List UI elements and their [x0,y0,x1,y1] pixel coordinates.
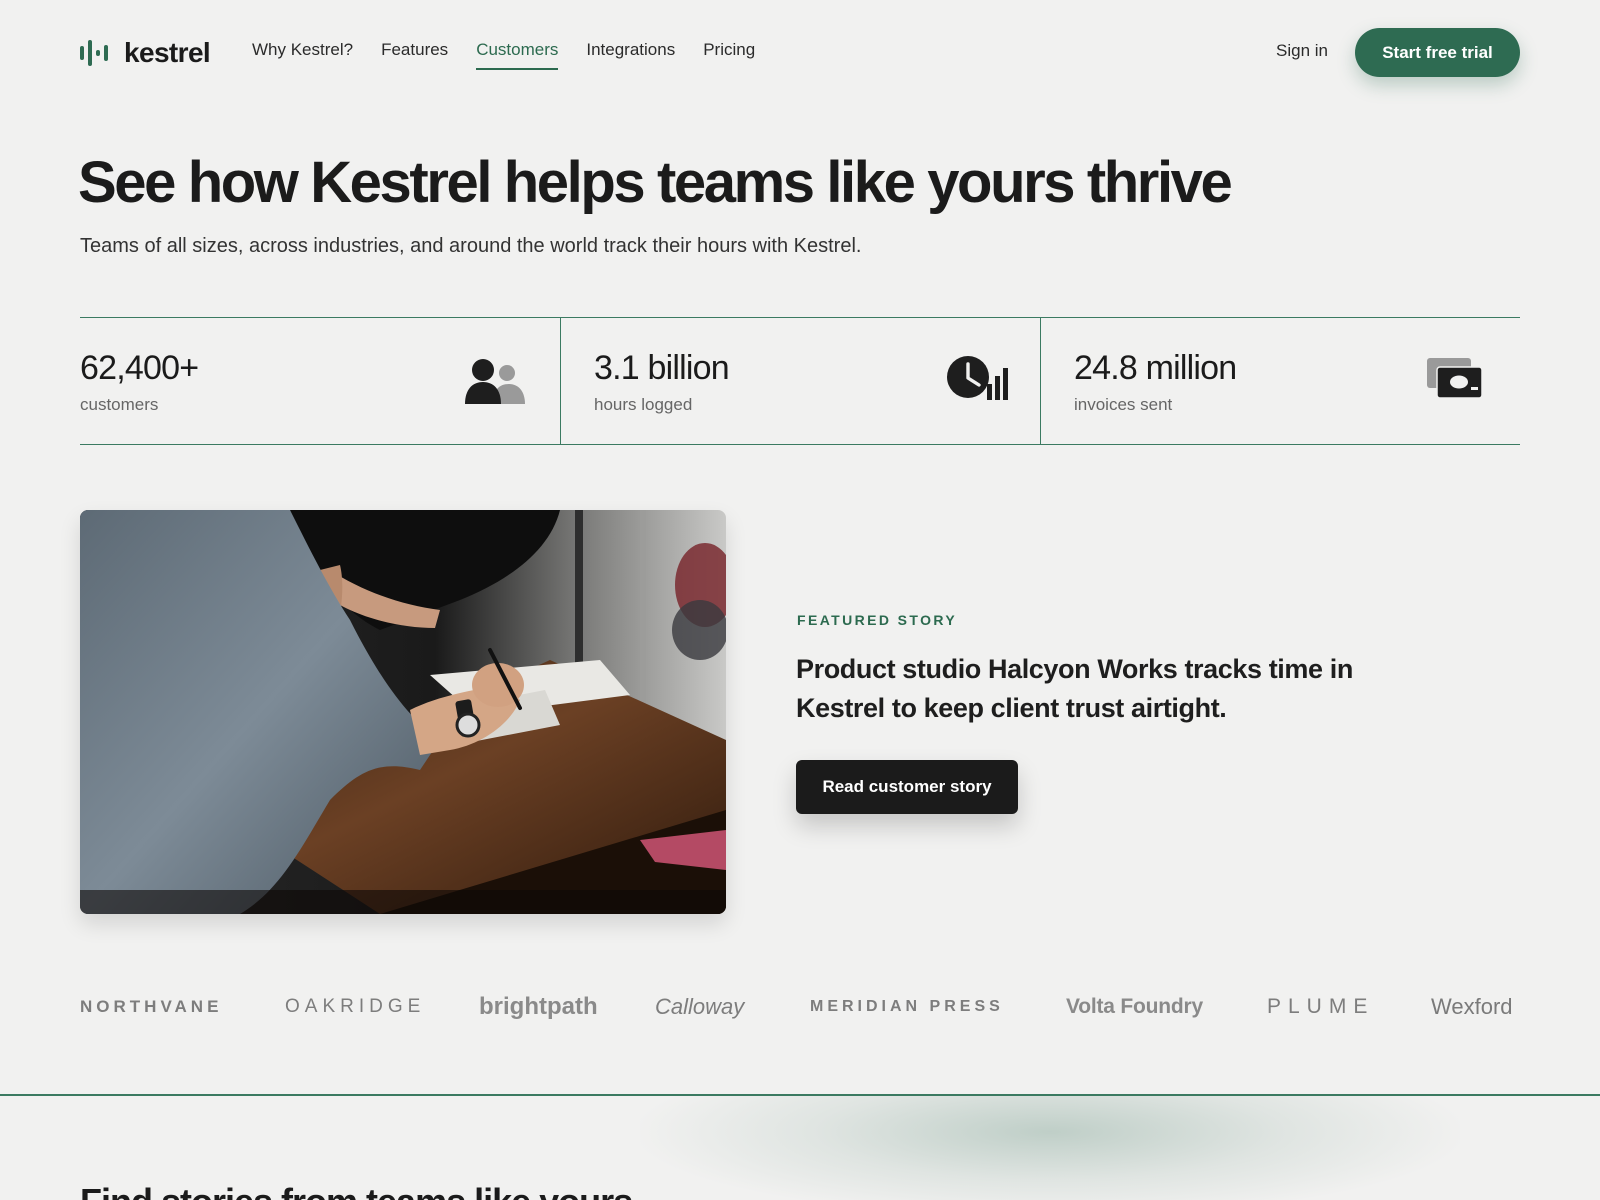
stat-invoices: 24.8 million invoices sent [1040,318,1520,444]
logo-northvane: NORTHVANE [80,997,223,1016]
section-glow [640,1096,1460,1200]
stats-bar: 62,400+ customers 3.1 billion hours logg… [80,317,1520,445]
featured-story-title: Product studio Halcyon Works tracks time… [796,654,1353,723]
logo-calloway: Calloway [655,994,745,1019]
read-customer-story-button[interactable]: Read customer story [796,760,1018,814]
stat-hours: 3.1 billion hours logged [560,318,1040,444]
nav-features[interactable]: Features [381,40,448,70]
stat-value: 3.1 billion [594,349,730,387]
clock-chart-icon [947,356,1008,400]
nav-integrations[interactable]: Integrations [586,40,675,70]
featured-story-image[interactable] [80,510,726,914]
logo-brightpath: brightpath [479,993,598,1020]
nav-pricing[interactable]: Pricing [703,40,755,70]
logo-meridian-press: MERIDIAN PRESS [810,998,1004,1015]
sign-in-link[interactable]: Sign in [1276,41,1328,61]
team-meeting-photo [80,510,726,914]
cash-icon [1427,358,1483,399]
logo-wexford: Wexford [1431,994,1513,1019]
kestrel-logo[interactable]: kestrel [80,36,211,70]
stat-value: 62,400+ [80,349,199,387]
main-nav: Why Kestrel? Features Customers Integrat… [252,40,783,70]
stat-value: 24.8 million [1074,349,1237,387]
logo-wordmark: kestrel [124,37,211,68]
featured-story-eyebrow: FEATURED STORY [797,612,958,628]
stat-customers: 62,400+ customers [80,318,560,444]
logo-plume: PLUME [1267,995,1375,1018]
page-title: See how Kestrel helps teams like yours t… [78,150,1233,215]
stat-label: invoices sent [1074,395,1173,414]
nav-why-kestrel[interactable]: Why Kestrel? [252,40,353,70]
stories-section-heading: Find stories from teams like yours [80,1180,633,1200]
customer-logo-strip: NORTHVANE OAKRIDGE brightpath Calloway M… [80,990,1520,1024]
site-header: kestrel Why Kestrel? Features Customers … [0,0,1600,104]
stat-label: hours logged [594,395,693,414]
logo-volta-foundry: Volta Foundry [1066,995,1204,1018]
stat-label: customers [80,395,159,414]
logo-mark-icon [80,40,108,66]
nav-customers[interactable]: Customers [476,40,559,70]
logo-oakridge: OAKRIDGE [285,996,426,1017]
people-icon [465,359,525,404]
page-subtitle: Teams of all sizes, across industries, a… [80,235,862,257]
start-free-trial-button[interactable]: Start free trial [1355,28,1520,77]
